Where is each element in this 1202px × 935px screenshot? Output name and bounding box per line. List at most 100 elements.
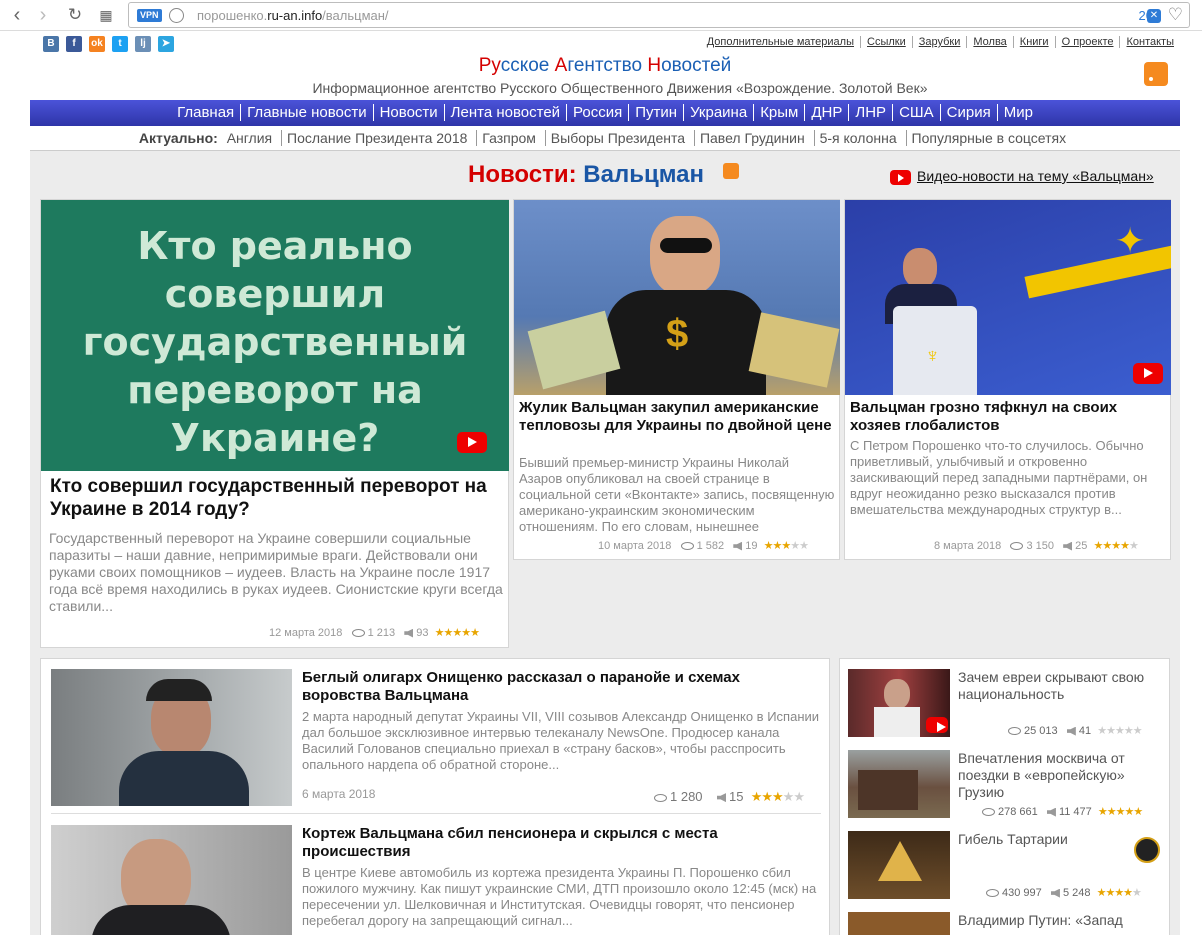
actual-topic-link[interactable]: Англия [222, 130, 277, 146]
story-date: 8 марта 2018 [934, 540, 1002, 552]
youtube-icon [890, 169, 911, 185]
telegram-icon[interactable]: ➤ [158, 36, 174, 52]
popular-sidebar: Зачем евреи скрывают свою национальность… [839, 658, 1170, 935]
views-count: 430 997 [1002, 887, 1042, 899]
actual-topic-link[interactable]: Павел Грудинин [693, 130, 810, 146]
twitter-icon[interactable]: t [112, 36, 128, 52]
sidebar-item-image[interactable] [848, 669, 950, 737]
comments-icon [1050, 888, 1060, 898]
list-item-text: В центре Киеве автомобиль из кортежа пре… [302, 865, 817, 928]
eye-icon [1010, 542, 1024, 551]
facebook-icon[interactable]: f [66, 36, 82, 52]
top-link[interactable]: Контакты [1119, 36, 1180, 48]
sidebar-item[interactable]: Гибель Тартарии 430 997 5 248 ★★★★★ [848, 831, 1164, 903]
sidebar-item-title[interactable]: Гибель Тартарии [958, 831, 1164, 848]
main-story-text: Государственный переворот на Украине сов… [49, 530, 503, 614]
comments-icon [1046, 807, 1056, 817]
main-story-image[interactable]: Кто реально совершил государственный пер… [41, 200, 509, 471]
vk-icon[interactable]: B [43, 36, 59, 52]
top-link[interactable]: О проекте [1054, 36, 1120, 48]
actual-topic-link[interactable]: Газпром [476, 130, 541, 146]
reload-icon[interactable]: ↻ [63, 3, 87, 27]
list-item-title[interactable]: Кортеж Вальцмана сбил пенсионера и скрыл… [302, 825, 802, 861]
odnoklassniki-icon[interactable]: ok [89, 36, 105, 52]
top-link[interactable]: Ссылки [860, 36, 912, 48]
top-link[interactable]: Зарубки [911, 36, 967, 48]
livejournal-icon[interactable]: lj [135, 36, 151, 52]
list-item[interactable]: Кортеж Вальцмана сбил пенсионера и скрыл… [51, 825, 821, 935]
section-rss-icon[interactable] [723, 163, 739, 179]
forward-icon[interactable]: › [31, 3, 55, 27]
main-story-card[interactable]: Кто реально совершил государственный пер… [40, 199, 509, 648]
story-image-podium[interactable]: ✦ ♆ [845, 200, 1171, 395]
play-video-icon[interactable] [457, 432, 487, 453]
sidebar-item-image[interactable] [848, 912, 950, 935]
site-logo[interactable]: Русское Агентство Новостей [30, 55, 1180, 77]
menu-item[interactable]: ДНР [804, 104, 849, 121]
list-item-image[interactable] [51, 669, 292, 806]
menu-item[interactable]: ЛНР [848, 104, 893, 121]
menu-item[interactable]: США [892, 104, 940, 121]
story-title[interactable]: Жулик Вальцман закупил американские тепл… [519, 399, 835, 435]
list-item-text: 2 марта народный депутат Украины VII, VI… [302, 709, 820, 772]
story-card[interactable]: $ Жулик Вальцман закупил американские те… [513, 199, 840, 560]
bookmark-heart-icon[interactable]: ♡ [1168, 5, 1183, 25]
menu-item[interactable]: Россия [566, 104, 629, 121]
sidebar-item-title[interactable]: Впечатления москвича от поездки в «европ… [958, 750, 1164, 801]
story-card[interactable]: ✦ ♆ Вальцман грозно тяфкнул на своих хоз… [844, 199, 1171, 560]
sidebar-item[interactable]: Впечатления москвича от поездки в «европ… [848, 750, 1164, 822]
views-count: 25 013 [1024, 725, 1058, 737]
comments-count: 5 248 [1062, 887, 1091, 899]
vpn-badge[interactable]: VPN [137, 9, 162, 22]
sidebar-item[interactable]: Владимир Путин: «Запад [848, 912, 1164, 935]
top-link[interactable]: Молва [966, 36, 1012, 48]
sidebar-item-image[interactable] [848, 831, 950, 899]
sidebar-item-title[interactable]: Зачем евреи скрывают свою национальность [958, 669, 1164, 703]
menu-item[interactable]: Мир [996, 104, 1039, 121]
back-icon[interactable]: ‹ [5, 3, 29, 27]
comments-count: 15 [729, 789, 744, 804]
sidebar-item-title[interactable]: Владимир Путин: «Запад [958, 912, 1164, 929]
actual-topic-link[interactable]: Послание Президента 2018 [281, 130, 473, 146]
list-item-title[interactable]: Беглый олигарх Онищенко рассказал о пара… [302, 669, 802, 705]
story-title[interactable]: Вальцман грозно тяфкнул на своих хозяев … [850, 399, 1166, 435]
menu-item[interactable]: Главные новости [240, 104, 373, 121]
menu-item[interactable]: Крым [753, 104, 805, 121]
menu-item[interactable]: Украина [683, 104, 754, 121]
sidebar-item[interactable]: Зачем евреи скрывают свою национальность… [848, 669, 1164, 741]
play-video-icon[interactable] [926, 717, 948, 733]
comments-count: 19 [745, 540, 758, 552]
video-news-link[interactable]: Видео-новости на тему «Вальцман» [890, 168, 1154, 185]
address-bar[interactable]: VPN порошенко.ru-an.info/вальцман/ 20 ✕ … [128, 2, 1190, 28]
top-link[interactable]: Дополнительные материалы [701, 36, 860, 48]
menu-item[interactable]: Сирия [939, 104, 997, 121]
tabs-grid-icon[interactable]: ▦ [94, 3, 118, 27]
eye-icon [351, 629, 365, 638]
comments-icon [1063, 541, 1073, 551]
eye-icon [1008, 727, 1021, 736]
list-item[interactable]: Беглый олигарх Онищенко рассказал о пара… [51, 669, 821, 814]
eye-icon [986, 889, 999, 898]
url-text[interactable]: порошенко.ru-an.info/вальцман/ [197, 8, 389, 23]
menu-item[interactable]: Путин [628, 104, 684, 121]
main-story-title[interactable]: Кто совершил государственный переворот н… [50, 475, 500, 521]
play-video-icon[interactable] [1133, 363, 1163, 384]
menu-item[interactable]: Новости [372, 104, 444, 121]
sidebar-item-image[interactable] [848, 750, 950, 818]
menu-item[interactable]: Лента новостей [443, 104, 567, 121]
story-image-money[interactable]: $ [514, 200, 840, 395]
list-item-date: 6 марта 2018 [302, 787, 376, 801]
list-item-image[interactable] [51, 825, 292, 935]
top-link[interactable]: Книги [1012, 36, 1055, 48]
comments-count: 41 [1078, 725, 1092, 737]
menu-item[interactable]: Главная [171, 104, 240, 121]
actual-topic-link[interactable]: Выборы Президента [544, 130, 691, 146]
actual-topic-link[interactable]: 5-я колонна [813, 130, 902, 146]
shield-icon[interactable]: ✕ [1147, 9, 1161, 23]
section-title: Новости: Вальцман [468, 161, 705, 188]
list-item-meta: 1 280 15 ★★★★★ [654, 789, 805, 805]
actual-topic-link[interactable]: Популярные в соцсетях [905, 130, 1072, 146]
sidebar-item-meta: 25 013 41 ★★★★★ [1008, 724, 1143, 737]
story-text: С Петром Порошенко что-то случилось. Обы… [850, 438, 1148, 517]
rss-icon[interactable] [1144, 62, 1168, 86]
